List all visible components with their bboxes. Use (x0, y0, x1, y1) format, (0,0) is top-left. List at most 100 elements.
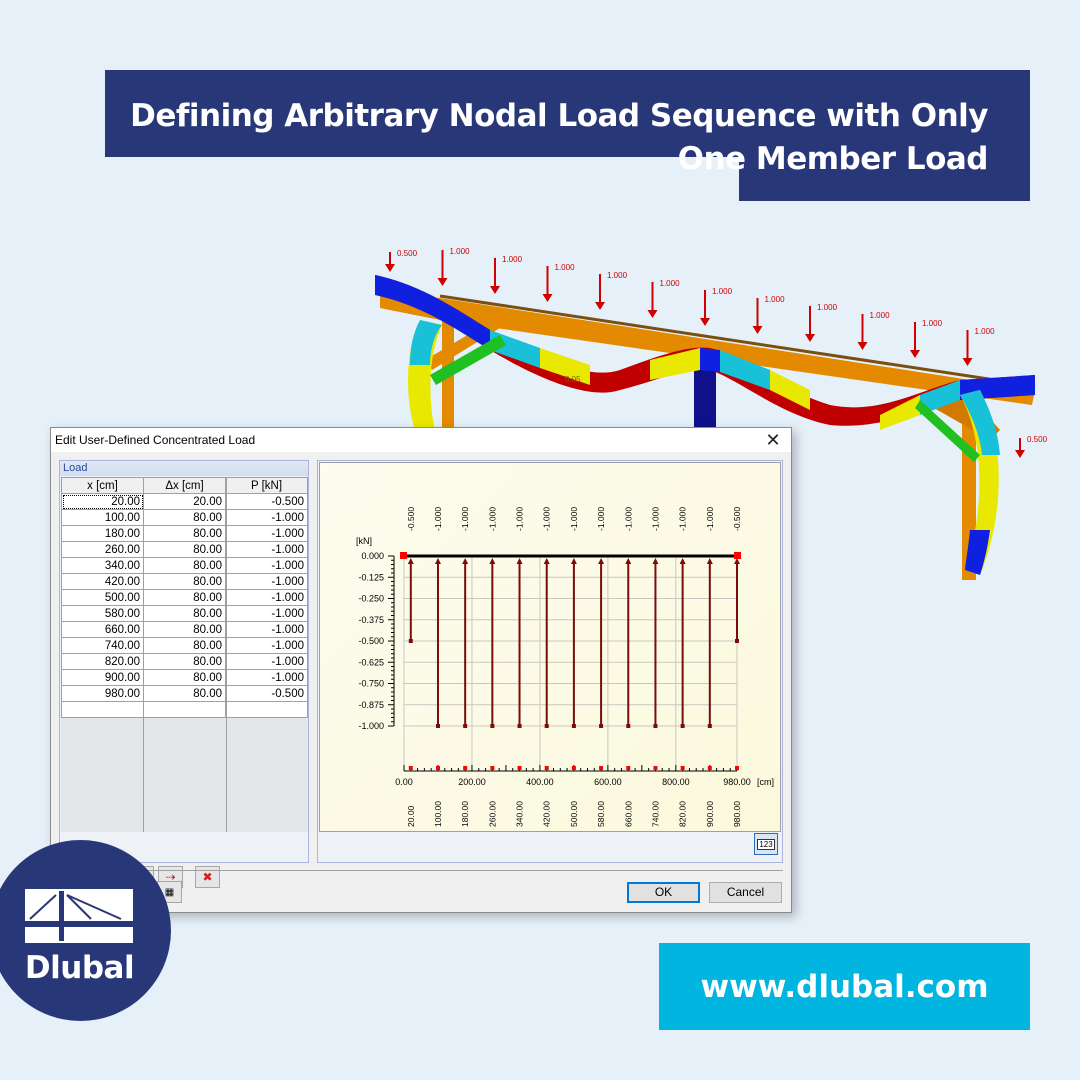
table-row[interactable]: 20.00 20.00 -0.500 (61, 493, 308, 510)
cell-p[interactable]: -1.000 (225, 637, 308, 654)
x-tick-label: 600.00 (594, 777, 622, 787)
cell-p[interactable] (225, 701, 308, 718)
load-diagram-area: 0.000 -0.125 -0.250 -0.375 -0.500 -0.625 -0.75… (319, 462, 781, 832)
x-tick-label: 400.00 (526, 777, 554, 787)
cell-p[interactable]: -1.000 (225, 541, 308, 558)
cell-x[interactable]: 340.00 (61, 557, 144, 574)
load-arrowhead (962, 358, 973, 366)
position-marker (735, 766, 739, 770)
column-header-x[interactable]: x [cm] (61, 477, 144, 494)
load-arrowhead (752, 326, 763, 334)
load-diagram-chart: 0.000 -0.125 -0.250 -0.375 -0.500 -0.625 -0.75… (356, 507, 774, 827)
position-label: 20.00 (406, 805, 416, 827)
table-row[interactable]: 420.00 80.00 -1.000 (61, 573, 308, 590)
load-arrowhead (434, 558, 441, 564)
column-header-dx[interactable]: Δx [cm] (143, 477, 226, 494)
cell-p[interactable]: -1.000 (225, 669, 308, 686)
cell-x[interactable]: 180.00 (61, 525, 144, 542)
cell-x[interactable]: 740.00 (61, 637, 144, 654)
table-row[interactable]: 580.00 80.00 -1.000 (61, 605, 308, 622)
position-marker (463, 766, 468, 770)
x-tick-label: 980.00 (723, 777, 751, 787)
load-arrowhead (706, 558, 713, 564)
cell-dx[interactable]: 80.00 (143, 557, 226, 574)
column-header-p[interactable]: P [kN] (225, 477, 308, 494)
cell-x[interactable]: 980.00 (61, 685, 144, 702)
table-row[interactable]: 340.00 80.00 -1.000 (61, 557, 308, 574)
table-row[interactable]: 180.00 80.00 -1.000 (61, 525, 308, 542)
x-tick-label: 800.00 (662, 777, 690, 787)
cell-dx[interactable]: 80.00 (143, 509, 226, 526)
cell-dx[interactable]: 80.00 (143, 605, 226, 622)
cell-x[interactable]: 660.00 (61, 621, 144, 638)
ok-button[interactable]: OK (627, 882, 700, 903)
value-label: -1.000 (705, 507, 715, 531)
cell-p[interactable]: -1.000 (225, 525, 308, 542)
cell-x[interactable]: 420.00 (61, 573, 144, 590)
load-value-label: 1.000 (607, 271, 628, 280)
table-row[interactable]: 900.00 80.00 -1.000 (61, 669, 308, 686)
position-marker (653, 766, 658, 770)
dialog-title: Edit User-Defined Concentrated Load (55, 433, 256, 447)
table-row[interactable]: 260.00 80.00 -1.000 (61, 541, 308, 558)
cell-dx[interactable]: 20.00 (143, 493, 226, 510)
table-row[interactable]: 820.00 80.00 -1.000 (61, 653, 308, 670)
position-marker (707, 766, 712, 770)
y-tick-label: -0.375 (358, 615, 384, 625)
cell-x[interactable]: 500.00 (61, 589, 144, 606)
cell-dx[interactable] (143, 701, 226, 718)
cell-x[interactable]: 260.00 (61, 541, 144, 558)
position-label: 820.00 (678, 801, 688, 827)
cell-dx[interactable]: 80.00 (143, 669, 226, 686)
y-tick-label: -0.250 (358, 594, 384, 604)
value-label: -1.000 (623, 507, 633, 531)
cell-p[interactable]: -0.500 (225, 493, 308, 510)
y-tick-label: 0.000 (361, 551, 384, 561)
cell-dx[interactable]: 80.00 (143, 541, 226, 558)
cell-x[interactable]: 100.00 (61, 509, 144, 526)
table-row[interactable]: 980.00 80.00 -0.500 (61, 685, 308, 702)
cell-x[interactable]: 900.00 (61, 669, 144, 686)
load-bar-end (735, 639, 739, 643)
table-row[interactable] (61, 701, 308, 718)
value-label: -1.000 (433, 507, 443, 531)
table-row[interactable]: 100.00 80.00 -1.000 (61, 509, 308, 526)
cell-dx[interactable]: 80.00 (143, 653, 226, 670)
position-marker (435, 766, 440, 770)
cell-p[interactable]: -0.500 (225, 685, 308, 702)
table-row[interactable]: 740.00 80.00 -1.000 (61, 637, 308, 654)
cancel-button[interactable]: Cancel (709, 882, 782, 903)
load-arrowhead (700, 318, 710, 326)
cell-p[interactable]: -1.000 (225, 621, 308, 638)
load-bar-end (490, 724, 495, 728)
cell-dx[interactable]: 80.00 (143, 589, 226, 606)
table-row[interactable]: 500.00 80.00 -1.000 (61, 589, 308, 606)
cell-p[interactable]: -1.000 (225, 605, 308, 622)
load-arrowhead (490, 286, 500, 294)
y-tick-label: -0.500 (358, 636, 384, 646)
cell-p[interactable]: -1.000 (225, 653, 308, 670)
cell-p[interactable]: -1.000 (225, 573, 308, 590)
cell-x[interactable] (61, 701, 144, 718)
cell-p[interactable]: -1.000 (225, 557, 308, 574)
website-banner[interactable]: www.dlubal.com (659, 943, 1030, 1030)
cell-p[interactable]: -1.000 (225, 589, 308, 606)
close-icon[interactable]: ✕ (763, 430, 783, 450)
cell-x[interactable]: 820.00 (61, 653, 144, 670)
cell-x[interactable]: 580.00 (61, 605, 144, 622)
position-marker (680, 766, 685, 770)
cell-dx[interactable]: 80.00 (143, 637, 226, 654)
cell-x[interactable]: 20.00 (61, 493, 144, 510)
table-row[interactable]: 660.00 80.00 -1.000 (61, 621, 308, 638)
cell-dx[interactable]: 80.00 (143, 685, 226, 702)
show-values-button[interactable]: 123 (754, 833, 778, 855)
cell-dx[interactable]: 80.00 (143, 621, 226, 638)
dlubal-logo-icon (25, 889, 133, 943)
value-label: -1.000 (487, 507, 497, 531)
position-label: 980.00 (732, 801, 742, 827)
cell-p[interactable]: -1.000 (225, 509, 308, 526)
value-label: -1.000 (569, 507, 579, 531)
cell-dx[interactable]: 80.00 (143, 573, 226, 590)
load-value-label: 1.000 (712, 287, 733, 296)
cell-dx[interactable]: 80.00 (143, 525, 226, 542)
